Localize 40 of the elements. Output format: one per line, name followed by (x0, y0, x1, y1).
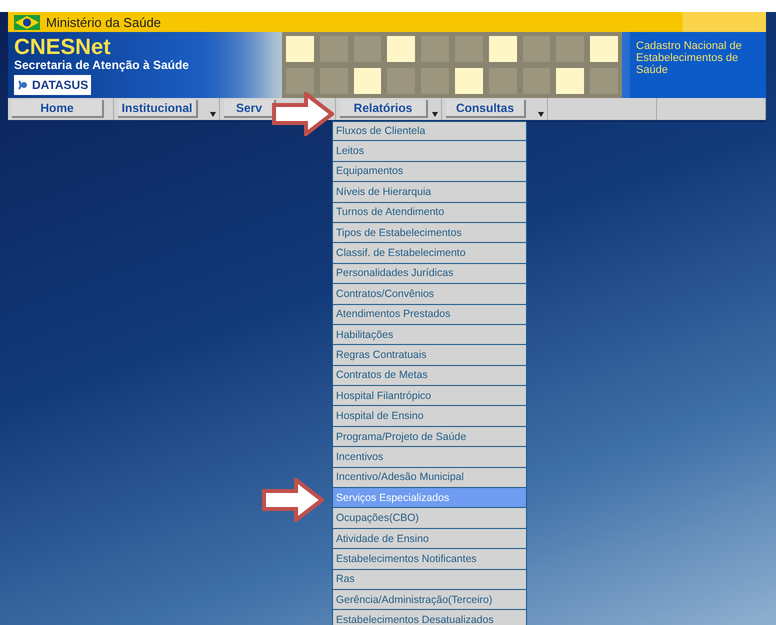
menu-item[interactable]: Ocupações(CBO) (332, 508, 527, 529)
caret-icon[interactable] (538, 112, 544, 116)
caret-icon[interactable] (210, 112, 216, 116)
menu-item[interactable]: Atendimentos Prestados (332, 304, 527, 325)
nav-button[interactable]: Institucional (118, 100, 198, 118)
logo: DATASUS (14, 75, 91, 95)
menu-item[interactable]: Serviços Especializados (332, 488, 527, 508)
subtitle: Secretaria de Atenção à Saúde (14, 58, 190, 72)
nav-button[interactable]: Home (12, 100, 104, 118)
menu-item[interactable]: Contratos de Metas (332, 366, 527, 386)
menu-item[interactable]: Níveis de Hierarquia (332, 182, 527, 203)
menu-item[interactable]: Incentivo/Adesão Municipal (332, 468, 527, 488)
menu-item[interactable]: Tipos de Estabelecimentos (332, 222, 527, 244)
menu-item[interactable]: Personalidades Jurídicas (332, 264, 527, 284)
flag-icon (14, 14, 40, 30)
menu-item[interactable]: Regras Contratuais (332, 345, 527, 366)
app-name: CNESNet (14, 36, 112, 58)
menu-item[interactable]: Habilitações (332, 324, 527, 346)
menu-item[interactable]: Estabelecimentos Desatualizados (332, 610, 527, 625)
top-bar-title: Ministério da Saúde (46, 14, 161, 30)
menu-item[interactable]: Estabelecimentos Notificantes (332, 549, 527, 570)
menu-item[interactable]: Ras (332, 570, 527, 590)
nav-button[interactable]: Consultas (446, 100, 526, 118)
menu-item[interactable]: Turnos de Atendimento (332, 202, 527, 223)
menu-item[interactable]: Leitos (332, 141, 527, 162)
pointer-arrow (272, 92, 334, 136)
menu-item[interactable]: Hospital Filantrópico (332, 386, 527, 406)
menu-item[interactable]: Equipamentos (332, 162, 527, 182)
menu-item[interactable]: Programa/Projeto de Saúde (332, 426, 527, 448)
menu-item[interactable]: Classif. de Estabelecimento (332, 243, 527, 264)
menu-item[interactable]: Gerência/Administração(Terceiro) (332, 590, 527, 610)
pointer-arrow (262, 478, 324, 522)
caret-icon[interactable] (432, 112, 438, 116)
menu-item[interactable]: Contratos/Convênios (332, 284, 527, 305)
menu-item[interactable]: Hospital de Ensino (332, 406, 527, 427)
nav-button[interactable]: Serv (224, 100, 276, 118)
menu-item[interactable]: Atividade de Ensino (332, 528, 527, 550)
menu-item[interactable]: Incentivos (332, 447, 527, 468)
menu-item[interactable]: Fluxos de Clientela (332, 121, 527, 142)
nav-button[interactable]: Relatórios (340, 100, 428, 118)
